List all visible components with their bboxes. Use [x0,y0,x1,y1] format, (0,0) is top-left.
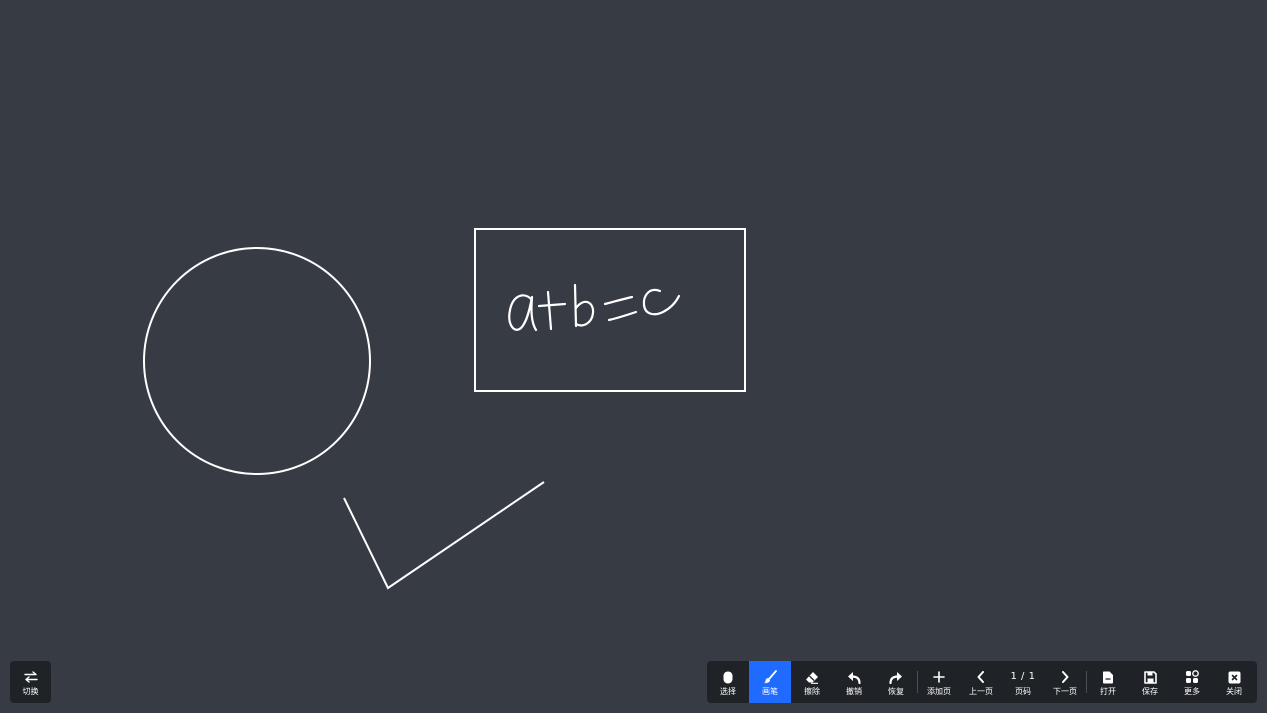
close-button[interactable]: 关闭 [1213,661,1255,703]
mouse-icon [723,669,733,685]
redo-label: 恢复 [888,687,904,696]
eraser-tool-button[interactable]: 擦除 [791,661,833,703]
undo-button[interactable]: 撤销 [833,661,875,703]
undo-label: 撤销 [846,687,862,696]
drawn-check-stroke[interactable] [343,481,545,590]
select-tool-button[interactable]: 选择 [707,661,749,703]
switch-button[interactable]: 切换 [10,661,51,703]
next-page-label: 下一页 [1053,687,1077,696]
eraser-icon [805,669,819,685]
save-label: 保存 [1142,687,1158,696]
more-button[interactable]: 更多 [1171,661,1213,703]
page-number-value: 1 / 1 [1010,671,1036,682]
pen-tool-label: 画笔 [762,687,778,696]
save-icon [1143,669,1157,685]
brush-icon [763,669,777,685]
undo-icon [847,669,861,685]
chevron-right-icon [1060,669,1070,685]
add-page-button[interactable]: 添加页 [918,661,960,703]
apps-icon [1185,669,1199,685]
close-label: 关闭 [1226,687,1242,696]
open-button[interactable]: 打开 [1087,661,1129,703]
eraser-tool-label: 擦除 [804,687,820,696]
plus-icon [933,669,945,685]
redo-button[interactable]: 恢复 [875,661,917,703]
drawing-layer [143,228,746,590]
save-button[interactable]: 保存 [1129,661,1171,703]
page-number-label: 页码 [1015,687,1031,696]
drawn-rectangle[interactable] [474,228,746,392]
pen-tool-button[interactable]: 画笔 [749,661,791,703]
redo-icon [889,669,903,685]
page-number-indicator[interactable]: 1 / 1 页码 [1002,661,1044,703]
switch-panel: 切换 [10,661,51,703]
prev-page-label: 上一页 [969,687,993,696]
drawn-circle[interactable] [143,247,371,475]
handwritten-formula[interactable] [508,283,681,332]
bottom-toolbar: 选择 画笔 擦除 撤销 恢复 添加页 上一页 1 / 1 页码 下一页 打开 保… [707,661,1257,703]
folder-icon [1102,669,1114,685]
close-box-icon [1228,669,1241,685]
prev-page-button[interactable]: 上一页 [960,661,1002,703]
select-tool-label: 选择 [720,687,736,696]
more-label: 更多 [1184,687,1200,696]
next-page-button[interactable]: 下一页 [1044,661,1086,703]
chevron-left-icon [976,669,986,685]
add-page-label: 添加页 [927,687,951,696]
switch-label: 切换 [22,687,39,696]
open-label: 打开 [1100,687,1116,696]
swap-arrows-icon [23,669,38,685]
whiteboard-canvas[interactable] [0,0,1267,713]
